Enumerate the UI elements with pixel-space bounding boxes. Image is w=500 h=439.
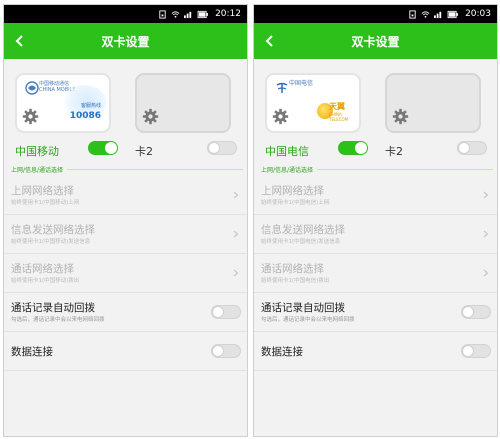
row-subtitle: 始终使用卡1(中国移动)拨出 [11, 278, 80, 284]
row-subtitle: 始终使用卡1(中国移动)发送信息 [11, 239, 91, 245]
sim-card-2[interactable] [385, 73, 481, 133]
title-bar: 双卡设置 [4, 23, 247, 59]
page-title: 双卡设置 [351, 34, 400, 49]
chevron-left-icon [15, 35, 23, 47]
back-button[interactable] [4, 23, 34, 59]
sim-cards-area: 中国移动通信 CHINA MOBILE 客服热线 10086 中国移动 卡2 [4, 59, 247, 162]
chevron-left-icon [265, 35, 273, 47]
row-subtitle: 勾选后，通话记录中会以来电网络回拨 [11, 317, 105, 323]
row-subtitle: 始终使用卡1(中国电信)拨出 [261, 278, 330, 284]
data-connection-toggle[interactable] [461, 344, 491, 358]
sim-card-1[interactable]: 中国移动通信 CHINA MOBILE 客服热线 10086 [15, 73, 111, 133]
sim-card-1[interactable]: 中国电信 天翼 CHINA TELECOM [265, 73, 361, 133]
auto-callback-toggle[interactable] [461, 305, 491, 319]
china-mobile-logo-icon [25, 81, 39, 95]
status-bar: 20:12 [4, 5, 247, 23]
row-title: 上网网络选择 [261, 185, 324, 197]
battery-icon [197, 10, 209, 18]
list-item-data-connection[interactable]: 数据连接 [4, 332, 247, 371]
row-title: 信息发送网络选择 [261, 224, 345, 236]
sim-2-toggle[interactable] [207, 141, 237, 155]
screenshot-icon [159, 9, 166, 19]
row-subtitle: 始终使用卡1(中国电信)上网 [261, 200, 330, 206]
chevron-right-icon [483, 269, 489, 277]
list-item-network-data[interactable]: 上网网络选择 始终使用卡1(中国移动)上网 [4, 176, 247, 215]
sim-brand-sub: CHINA TELECOM [329, 112, 349, 122]
row-title: 上网网络选择 [11, 185, 74, 197]
sim-cards-area: 中国电信 天翼 CHINA TELECOM 中国电信 卡2 [254, 59, 497, 162]
sim-2-label: 卡2 [135, 145, 153, 158]
row-subtitle: 始终使用卡1(中国移动)上网 [11, 200, 80, 206]
sim-1-label: 中国电信 [265, 145, 309, 158]
list-item-network-sms[interactable]: 信息发送网络选择 始终使用卡1(中国电信)发送信息 [254, 215, 497, 254]
row-title: 通话记录自动回拨 [261, 302, 345, 314]
sim-1-label: 中国移动 [15, 145, 59, 158]
section-divider [67, 168, 243, 170]
sim-1-toggle[interactable] [88, 141, 118, 155]
wifi-icon [171, 10, 180, 18]
sim-brand: 天翼 [329, 102, 345, 111]
list-item-network-call[interactable]: 通话网络选择 始终使用卡1(中国电信)拨出 [254, 254, 497, 293]
sim-2-label: 卡2 [385, 145, 403, 158]
phone-screen-right: 20:03 双卡设置 中国电信 天翼 CHINA TELECOM 中国电信 卡2… [253, 4, 498, 437]
list-item-auto-callback[interactable]: 通话记录自动回拨 勾选后，通话记录中会以来电网络回拨 [4, 293, 247, 332]
status-time: 20:12 [215, 9, 241, 19]
toggle-knob [208, 142, 220, 154]
chevron-right-icon [483, 230, 489, 238]
row-title: 数据连接 [11, 346, 53, 358]
row-title: 通话记录自动回拨 [11, 302, 95, 314]
screenshot-icon [409, 9, 416, 19]
list-item-network-sms[interactable]: 信息发送网络选择 始终使用卡1(中国移动)发送信息 [4, 215, 247, 254]
title-bar: 双卡设置 [254, 23, 497, 59]
toggle-knob [462, 306, 474, 318]
sim-carrier-name: 中国电信 [289, 80, 314, 87]
status-bar: 20:03 [254, 5, 497, 23]
gear-icon[interactable] [392, 108, 409, 125]
list-item-network-data[interactable]: 上网网络选择 始终使用卡1(中国电信)上网 [254, 176, 497, 215]
gear-icon[interactable] [22, 108, 39, 125]
signal-icon [184, 11, 192, 18]
toggle-knob [105, 142, 117, 154]
gear-icon[interactable] [272, 108, 289, 125]
china-telecom-logo-icon [276, 82, 288, 93]
toggle-knob [355, 142, 367, 154]
gear-icon[interactable] [142, 108, 159, 125]
section-divider [317, 168, 493, 170]
row-title: 通话网络选择 [261, 263, 324, 275]
auto-callback-toggle[interactable] [211, 305, 241, 319]
status-time: 20:03 [465, 9, 491, 19]
chevron-right-icon [483, 191, 489, 199]
page-title: 双卡设置 [101, 34, 150, 49]
phone-screen-left: 20:12 双卡设置 中国移动通信 CHINA MOBILE 客服热线 1008… [3, 4, 248, 437]
sim-2-toggle[interactable] [457, 141, 487, 155]
chevron-right-icon [233, 230, 239, 238]
row-subtitle: 勾选后，通话记录中会以来电网络回拨 [261, 317, 355, 323]
row-title: 通话网络选择 [11, 263, 74, 275]
chevron-right-icon [233, 191, 239, 199]
section-header: 上网/信息/通话选择 [4, 162, 247, 176]
wifi-icon [421, 10, 430, 18]
toggle-knob [462, 345, 474, 357]
list-item-auto-callback[interactable]: 通话记录自动回拨 勾选后，通话记录中会以来电网络回拨 [254, 293, 497, 332]
sim-1-toggle[interactable] [338, 141, 368, 155]
sim-card-2[interactable] [135, 73, 231, 133]
sim-service-label: 客服热线 [80, 103, 101, 109]
sim-service-number: 10086 [69, 111, 101, 121]
chevron-right-icon [233, 269, 239, 277]
data-connection-toggle[interactable] [211, 344, 241, 358]
battery-icon [447, 10, 459, 18]
list-item-data-connection[interactable]: 数据连接 [254, 332, 497, 371]
row-title: 数据连接 [261, 346, 303, 358]
section-header: 上网/信息/通话选择 [254, 162, 497, 176]
signal-icon [434, 11, 442, 18]
list-item-network-call[interactable]: 通话网络选择 始终使用卡1(中国移动)拨出 [4, 254, 247, 293]
toggle-knob [212, 345, 224, 357]
toggle-knob [212, 306, 224, 318]
row-title: 信息发送网络选择 [11, 224, 95, 236]
toggle-knob [458, 142, 470, 154]
row-subtitle: 始终使用卡1(中国电信)发送信息 [261, 239, 341, 245]
back-button[interactable] [254, 23, 284, 59]
